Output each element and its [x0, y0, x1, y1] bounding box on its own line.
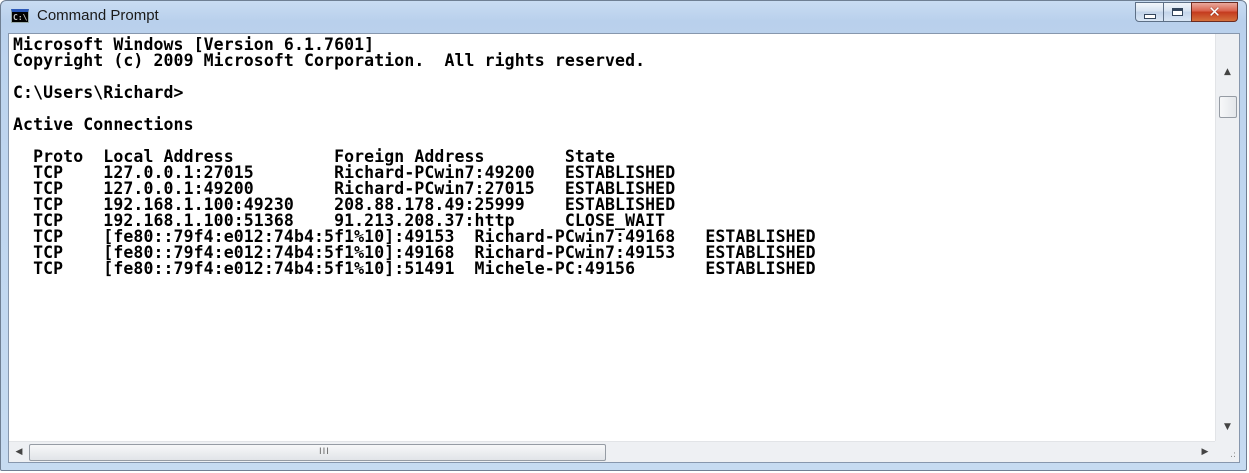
console-line: Copyright (c) 2009 Microsoft Corporation…	[13, 51, 646, 70]
scroll-up-arrow-icon[interactable]: ▲	[1216, 62, 1239, 82]
title-bar[interactable]: C:\ Command Prompt ✕	[1, 1, 1246, 33]
scroll-down-arrow-icon[interactable]: ▼	[1216, 417, 1239, 437]
vertical-scrollbar[interactable]: ▲ ▼	[1215, 34, 1239, 441]
vertical-scroll-thumb[interactable]	[1219, 96, 1237, 118]
minimize-button[interactable]	[1135, 2, 1164, 22]
close-icon: ✕	[1208, 2, 1221, 21]
window-title: Command Prompt	[37, 7, 159, 24]
scroll-right-arrow-icon[interactable]: ▶	[1195, 442, 1215, 462]
console-output[interactable]: Microsoft Windows [Version 6.1.7601] Copy…	[9, 34, 1215, 441]
horizontal-scroll-thumb[interactable]: III	[29, 444, 606, 461]
maximize-button[interactable]	[1163, 2, 1192, 22]
resize-corner[interactable]: .:	[1215, 441, 1239, 462]
console-line: Active Connections	[13, 115, 194, 134]
console-line: TCP [fe80::79f4:e012:74b4:5f1%10]:51491 …	[13, 259, 816, 278]
scroll-thumb-grip-icon: III	[319, 447, 330, 457]
horizontal-scrollbar[interactable]: ◀ III ▶	[9, 441, 1215, 462]
resize-grip-icon: .:	[1230, 450, 1236, 460]
console-line: C:\Users\Richard>	[13, 83, 184, 102]
command-prompt-window: C:\ Command Prompt ✕ Microsoft Windows […	[0, 0, 1247, 471]
scroll-left-arrow-icon[interactable]: ◀	[9, 442, 29, 462]
maximize-icon	[1172, 8, 1183, 16]
console-frame: Microsoft Windows [Version 6.1.7601] Copy…	[8, 33, 1240, 463]
minimize-icon	[1143, 13, 1156, 19]
cmd-console-icon[interactable]: C:\	[11, 9, 29, 23]
close-button[interactable]: ✕	[1191, 2, 1238, 22]
